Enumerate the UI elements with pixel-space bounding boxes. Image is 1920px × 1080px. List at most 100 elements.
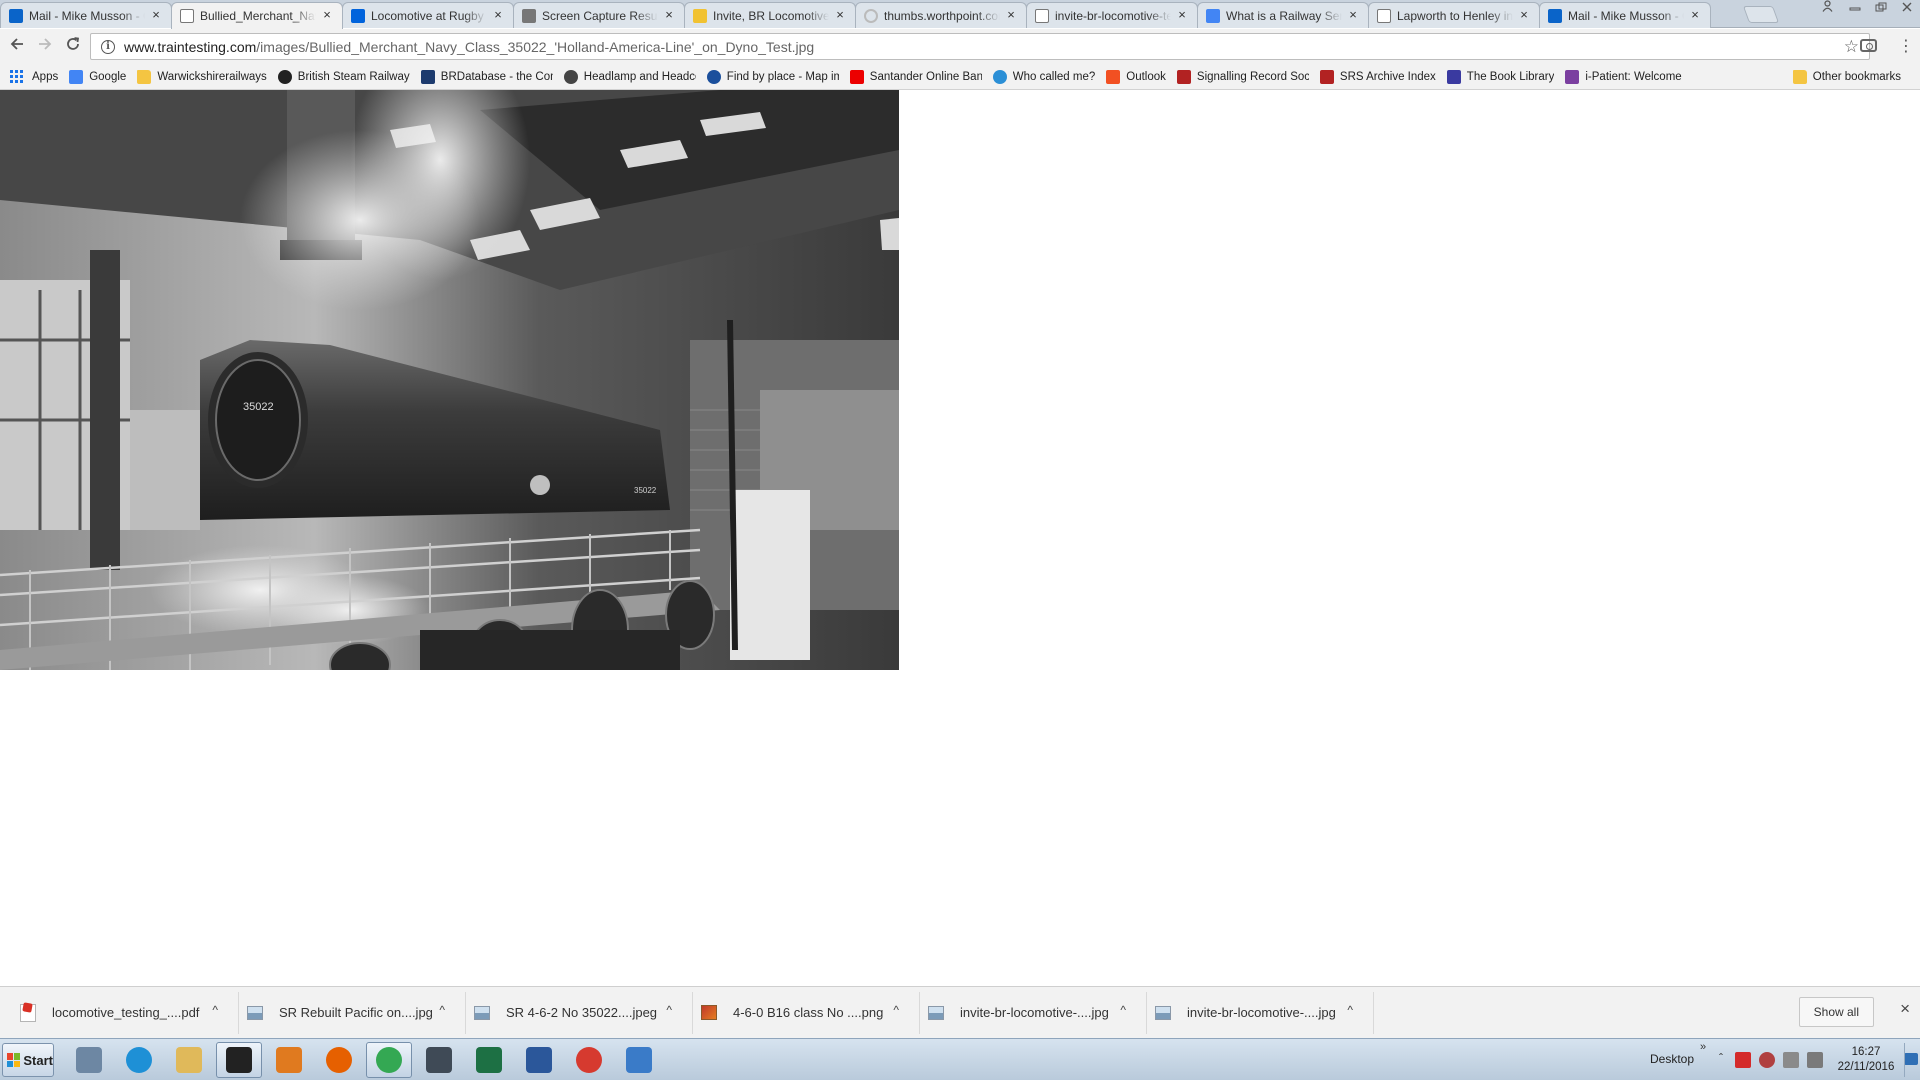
bookmark-item[interactable]: Google <box>69 66 132 88</box>
excel-icon <box>476 1047 502 1073</box>
bookmark-item[interactable]: Warwickshirerailways <box>137 66 272 88</box>
chevron-up-icon[interactable]: ^ <box>893 1003 899 1017</box>
loco-side-number: 35022 <box>634 486 657 495</box>
start-button[interactable]: Start <box>2 1043 54 1077</box>
bookmark-label: SRS Archive Index <box>1339 70 1436 83</box>
bookmark-item[interactable]: BRDatabase - the Complete <box>420 66 559 88</box>
chevron-up-icon[interactable]: ^ <box>1347 1003 1353 1017</box>
download-item[interactable]: SR Rebuilt Pacific on....jpg ^ <box>239 991 466 1034</box>
taskbar-lock-app-button[interactable] <box>416 1042 462 1078</box>
show-hidden-icons-icon[interactable]: ˆ <box>1719 1051 1723 1065</box>
bookmark-item[interactable]: i-Patient: Welcome <box>1565 66 1687 88</box>
download-item[interactable]: invite-br-locomotive-....jpg ^ <box>920 991 1147 1034</box>
tab-close-icon[interactable]: × <box>1346 8 1360 22</box>
tab-close-icon[interactable]: × <box>662 8 676 22</box>
tab-close-icon[interactable]: × <box>1688 8 1702 22</box>
browser-tab[interactable]: invite-br-locomotive-testing × <box>1026 2 1198 28</box>
chevron-up-icon[interactable]: ^ <box>1120 1003 1126 1017</box>
bookmark-label: Signalling Record Society <box>1196 70 1309 83</box>
forward-arrow-icon[interactable] <box>34 36 56 58</box>
new-tab-button[interactable] <box>1742 6 1780 23</box>
download-filename: locomotive_testing_....pdf <box>52 1005 200 1020</box>
taskbar-file-explorer-button[interactable] <box>166 1042 212 1078</box>
url-text[interactable]: www.traintesting.com/images/Bullied_Merc… <box>124 39 814 55</box>
browser-tab[interactable]: What is a Railway Servant × <box>1197 2 1369 28</box>
bookmark-item[interactable]: Santander Online Banking <box>849 66 988 88</box>
taskbar-excel-button[interactable] <box>466 1042 512 1078</box>
tab-close-icon[interactable]: × <box>149 8 163 22</box>
browser-tab[interactable]: Lapworth to Henley in Arden × <box>1368 2 1540 28</box>
browser-tab[interactable]: Screen Capture Result × <box>513 2 685 28</box>
browser-tab[interactable]: Locomotive at Rugby stationary testing × <box>342 2 514 28</box>
minimize-icon[interactable] <box>1842 0 1868 18</box>
tab-close-icon[interactable]: × <box>1175 8 1189 22</box>
browser-tab[interactable]: thumbs.worthpoint.com × <box>855 2 1027 28</box>
bookmark-item[interactable]: British Steam Railways <box>277 66 416 88</box>
download-item[interactable]: invite-br-locomotive-....jpg ^ <box>1147 991 1374 1034</box>
user-icon[interactable] <box>1812 0 1842 18</box>
taskbar-picture-viewer-button[interactable] <box>616 1042 662 1078</box>
kebab-menu-icon[interactable]: ⋮ <box>1898 36 1914 56</box>
taskbar-eye-viewer-button[interactable] <box>216 1042 262 1078</box>
taskbar-internet-explorer-button[interactable] <box>116 1042 162 1078</box>
screen-capture-icon[interactable] <box>1860 39 1877 52</box>
bookmark-label: BRDatabase - the Complete <box>440 70 553 83</box>
volume-muted-icon[interactable] <box>1807 1052 1823 1068</box>
taskbar-swirl-app-button[interactable] <box>566 1042 612 1078</box>
ipatient-icon <box>1565 69 1580 84</box>
bookmark-label: Google <box>89 70 127 83</box>
bookmark-item[interactable]: The Book Library <box>1446 66 1561 88</box>
bookmark-item[interactable]: Signalling Record Society <box>1176 66 1315 88</box>
taskbar-media-app-button[interactable] <box>266 1042 312 1078</box>
show-desktop-button[interactable] <box>1904 1043 1920 1077</box>
close-downloads-icon[interactable]: × <box>1900 999 1910 1019</box>
address-bar[interactable]: i www.traintesting.com/images/Bullied_Me… <box>90 33 1870 60</box>
browser-tab[interactable]: Bullied_Merchant_Navy_Class_35022 × <box>171 2 343 29</box>
bookmark-star-icon[interactable]: ☆ <box>1844 37 1859 57</box>
locomotive-photo[interactable]: 35022 35022 <box>0 90 899 670</box>
other-bookmarks[interactable]: Other bookmarks <box>1792 66 1907 88</box>
chevron-up-icon[interactable]: ^ <box>439 1003 445 1017</box>
chevron-up-icon[interactable]: ^ <box>212 1003 218 1017</box>
browser-tab[interactable]: Mail - Mike Musson - Outlook × <box>0 2 172 28</box>
close-window-icon[interactable] <box>1894 0 1920 18</box>
bookmark-item[interactable]: Find by place - Map images <box>706 66 845 88</box>
back-arrow-icon[interactable] <box>6 36 28 58</box>
download-item[interactable]: SR 4-6-2 No 35022....jpeg ^ <box>466 991 693 1034</box>
reload-icon[interactable] <box>62 36 84 58</box>
desktop-toolbar-label[interactable]: Desktop <box>1650 1052 1694 1066</box>
security-tray-icon[interactable] <box>1735 1052 1751 1068</box>
tab-title: thumbs.worthpoint.com <box>884 8 1000 23</box>
taskbar-calculator-button[interactable] <box>66 1042 112 1078</box>
folder-icon <box>1792 70 1807 84</box>
tab-close-icon[interactable]: × <box>1004 8 1018 22</box>
tab-close-icon[interactable]: × <box>320 8 334 22</box>
bookmark-item[interactable]: Who called me? <box>992 66 1101 88</box>
taskbar-firefox-button[interactable] <box>316 1042 362 1078</box>
google-icon <box>1206 9 1220 23</box>
tab-close-icon[interactable]: × <box>833 8 847 22</box>
show-all-downloads-button[interactable]: Show all <box>1798 997 1874 1027</box>
system-clock[interactable]: 16:27 22/11/2016 <box>1836 1045 1896 1075</box>
toolbar-chevron-icon[interactable]: » <box>1700 1041 1706 1053</box>
page-content: 35022 35022 <box>0 90 1920 986</box>
restore-icon[interactable] <box>1868 0 1894 18</box>
chevron-up-icon[interactable]: ^ <box>666 1003 672 1017</box>
display-tray-icon[interactable] <box>1783 1052 1799 1068</box>
bookmark-item[interactable]: Headlamp and Headcode <box>563 66 702 88</box>
tab-close-icon[interactable]: × <box>1517 8 1531 22</box>
bookmark-item[interactable]: SRS Archive Index <box>1319 66 1442 88</box>
taskbar-chrome-button[interactable] <box>366 1042 412 1078</box>
network-tray-icon[interactable] <box>1759 1052 1775 1068</box>
tab-close-icon[interactable]: × <box>491 8 505 22</box>
taskbar-word-button[interactable] <box>516 1042 562 1078</box>
bookmark-item[interactable]: Outlook <box>1106 66 1172 88</box>
outlook-icon <box>1548 9 1562 23</box>
internet-explorer-icon <box>126 1047 152 1073</box>
browser-tab[interactable]: Invite, BR Locomotive × <box>684 2 856 28</box>
bookmark-item[interactable]: Apps <box>10 66 64 88</box>
browser-tab[interactable]: Mail - Mike Musson - Outlook × <box>1539 2 1711 28</box>
site-info-icon[interactable]: i <box>101 39 115 54</box>
download-item[interactable]: 4-6-0 B16 class No ....png ^ <box>693 991 920 1034</box>
download-item[interactable]: locomotive_testing_....pdf ^ <box>12 991 239 1034</box>
